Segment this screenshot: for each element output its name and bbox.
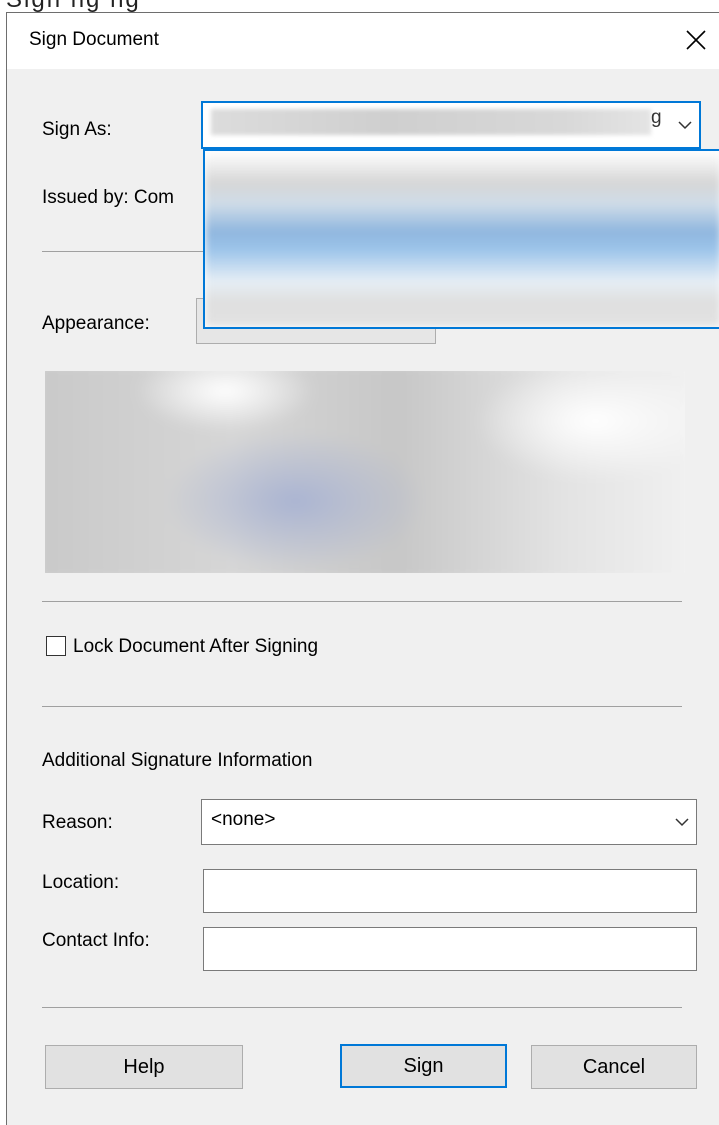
redacted-signature-image bbox=[45, 371, 685, 573]
contact-info-field[interactable] bbox=[203, 927, 697, 971]
dialog-title: Sign Document bbox=[29, 29, 159, 50]
divider bbox=[42, 1007, 682, 1008]
lock-document-label[interactable]: Lock Document After Signing bbox=[73, 636, 318, 658]
sign-as-dropdown-list[interactable] bbox=[203, 149, 719, 329]
sign-as-label: Sign As: bbox=[42, 119, 112, 140]
reason-label: Reason: bbox=[42, 812, 113, 833]
lock-document-checkbox[interactable] bbox=[46, 636, 66, 656]
title-bar: Sign Document bbox=[7, 13, 719, 69]
additional-info-heading: Additional Signature Information bbox=[42, 750, 313, 771]
reason-combo[interactable]: <none> bbox=[201, 799, 697, 845]
close-button[interactable] bbox=[673, 13, 719, 69]
sign-as-combo[interactable]: g bbox=[201, 101, 701, 149]
chevron-down-icon bbox=[675, 818, 689, 827]
cancel-button[interactable]: Cancel bbox=[531, 1045, 697, 1089]
close-icon bbox=[686, 30, 706, 50]
issued-by-label: Issued by: Com bbox=[42, 187, 174, 208]
location-label: Location: bbox=[42, 872, 120, 893]
reason-value: <none> bbox=[211, 809, 276, 830]
chevron-down-icon bbox=[678, 121, 692, 130]
redacted-dropdown-items bbox=[205, 151, 719, 327]
sign-document-dialog: Sign Document Sign As: g Issued by: Com … bbox=[6, 12, 719, 1125]
appearance-label: Appearance: bbox=[42, 313, 150, 334]
contact-info-label: Contact Info: bbox=[42, 930, 150, 951]
help-button[interactable]: Help bbox=[45, 1045, 243, 1089]
sign-button[interactable]: Sign bbox=[340, 1044, 507, 1088]
signature-preview bbox=[45, 371, 685, 573]
divider bbox=[42, 601, 682, 602]
location-field[interactable] bbox=[203, 869, 697, 913]
sign-as-value-fragment: g bbox=[651, 107, 662, 128]
redacted-certificate-name bbox=[211, 109, 651, 135]
background-window-strip: Sign ng ng bbox=[0, 0, 719, 12]
divider bbox=[42, 706, 682, 707]
